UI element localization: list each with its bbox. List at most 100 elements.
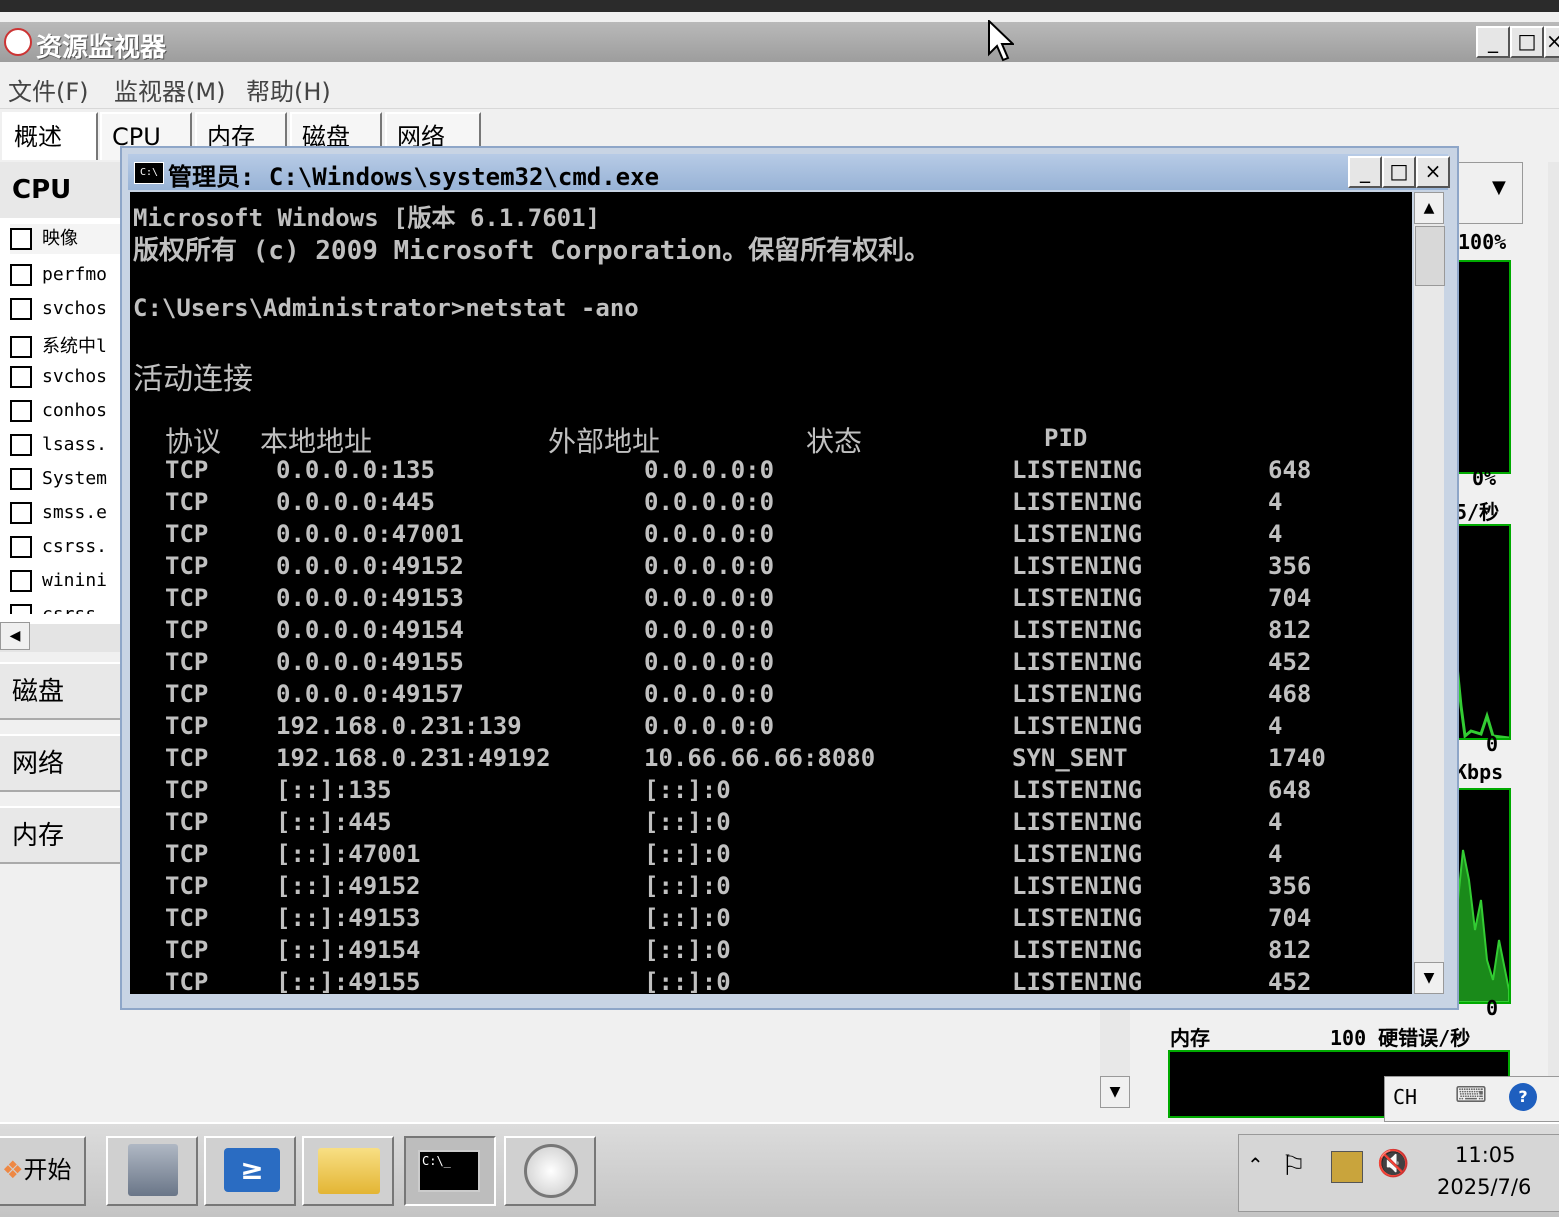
flag-icon[interactable]: ⚐: [1281, 1149, 1306, 1182]
process-row[interactable]: lsass.: [10, 434, 107, 466]
cell-pid: 4: [1268, 840, 1283, 868]
cell-local-address: [::]:49154: [276, 936, 421, 964]
resmon-titlebar[interactable]: 资源监视器 _ □ ×: [0, 22, 1559, 63]
cmd-minimize-icon[interactable]: _: [1348, 156, 1382, 188]
network-section-header[interactable]: 网络: [0, 734, 124, 792]
lang-indicator[interactable]: CH: [1393, 1085, 1417, 1109]
volume-muted-icon[interactable]: 🔇: [1377, 1149, 1409, 1179]
process-checkbox[interactable]: [10, 264, 32, 286]
cell-proto: TCP: [165, 488, 209, 516]
process-row[interactable]: csrss: [10, 604, 96, 614]
cell-proto: TCP: [165, 648, 209, 676]
col-state-header: 状态: [806, 425, 863, 458]
process-checkbox[interactable]: [10, 536, 32, 558]
cmd-scroll-down-icon[interactable]: ▼: [1414, 962, 1444, 994]
start-button[interactable]: ❖开始: [0, 1136, 86, 1206]
clock-date[interactable]: 2025/7/6: [1437, 1175, 1531, 1199]
process-row[interactable]: winini: [10, 570, 107, 602]
graph1-bottom-label: 0%: [1472, 466, 1497, 490]
process-checkbox[interactable]: [10, 468, 32, 490]
process-checkbox[interactable]: [10, 502, 32, 524]
cell-local-address: 0.0.0.0:49153: [276, 584, 464, 612]
menu-monitor[interactable]: 监视器(M): [114, 72, 225, 107]
cell-foreign-address: 0.0.0.0:0: [644, 584, 775, 612]
active-connections-title: 活动连接: [133, 362, 253, 397]
cell-state: LISTENING: [1012, 616, 1143, 644]
process-row[interactable]: System: [10, 468, 107, 500]
select-all-checkbox[interactable]: [10, 228, 32, 250]
console-output[interactable]: Microsoft Windows [版本 6.1.7601] 版权所有 (c)…: [130, 192, 1412, 994]
menu-file[interactable]: 文件(F): [8, 72, 89, 107]
process-row[interactable]: smss.e: [10, 502, 107, 534]
cmd-scroll-up-icon[interactable]: ▲: [1414, 192, 1444, 224]
scroll-left-icon[interactable]: ◀: [0, 622, 30, 650]
clock-time[interactable]: 11:05: [1455, 1143, 1516, 1167]
tab-overview[interactable]: 概述: [2, 112, 98, 160]
cmd-titlebar[interactable]: C:\ 管理员: C:\Windows\system32\cmd.exe _ □…: [128, 154, 1450, 191]
minimize-icon[interactable]: _: [1476, 26, 1510, 58]
cmd-close-icon[interactable]: ×: [1416, 156, 1450, 188]
cell-proto: TCP: [165, 776, 209, 804]
show-hidden-icons-icon[interactable]: ⌃: [1247, 1153, 1264, 1177]
language-bar[interactable]: CH ⌨ ?: [1384, 1076, 1559, 1122]
process-checkbox[interactable]: [10, 434, 32, 456]
process-name: conhos: [42, 400, 108, 421]
cmd-maximize-icon[interactable]: □: [1382, 156, 1416, 188]
cell-pid: 4: [1268, 712, 1283, 740]
resmon-taskbar-button[interactable]: [504, 1136, 596, 1206]
explorer-button[interactable]: [302, 1136, 394, 1206]
cell-foreign-address: 0.0.0.0:0: [644, 488, 775, 516]
process-name: System: [42, 468, 108, 489]
network-tray-icon[interactable]: [1331, 1151, 1363, 1183]
process-checkbox[interactable]: [10, 400, 32, 422]
process-checkbox[interactable]: [10, 604, 32, 614]
process-row[interactable]: svchos: [10, 366, 107, 398]
folder-icon: [318, 1148, 380, 1194]
help-icon[interactable]: ?: [1509, 1083, 1537, 1111]
memory-section-header[interactable]: 内存: [0, 806, 124, 864]
process-row[interactable]: svchos: [10, 298, 107, 330]
cell-pid: 812: [1268, 616, 1312, 644]
powershell-button[interactable]: ≥: [204, 1136, 296, 1206]
process-checkbox[interactable]: [10, 336, 32, 358]
console-prompt: C:\Users\Administrator>netstat -ano: [133, 294, 639, 322]
process-checkbox[interactable]: [10, 366, 32, 388]
cmd-vertical-scrollbar[interactable]: ▲ ▼: [1414, 192, 1445, 994]
cell-proto: TCP: [165, 808, 209, 836]
cell-local-address: [::]:47001: [276, 840, 421, 868]
cpu-section-header[interactable]: CPU: [0, 162, 124, 218]
process-checkbox[interactable]: [10, 570, 32, 592]
cell-state: LISTENING: [1012, 648, 1143, 676]
cell-local-address: [::]:445: [276, 808, 392, 836]
image-column-header[interactable]: 映像: [10, 224, 124, 254]
system-tray: ⌃ ⚐ 🔇 11:05 2025/7/6: [1238, 1134, 1559, 1212]
process-row[interactable]: perfmo: [10, 264, 107, 296]
right-scrollbar[interactable]: [1548, 162, 1559, 1102]
horizontal-scrollbar[interactable]: ◀: [0, 622, 124, 652]
graph2-top-label: 5/秒: [1455, 500, 1500, 524]
cell-state: LISTENING: [1012, 488, 1143, 516]
cell-pid: 704: [1268, 584, 1312, 612]
process-row[interactable]: conhos: [10, 400, 107, 432]
process-name: svchos: [42, 366, 108, 387]
menu-help[interactable]: 帮助(H): [246, 72, 331, 107]
cell-pid: 452: [1268, 968, 1312, 994]
maximize-icon[interactable]: □: [1510, 26, 1544, 58]
cell-foreign-address: [::]:0: [644, 776, 731, 804]
scroll-down-icon[interactable]: ▼: [1100, 1076, 1130, 1108]
keyboard-icon[interactable]: ⌨: [1455, 1083, 1487, 1108]
process-checkbox[interactable]: [10, 298, 32, 320]
graph-panel-scrollbar[interactable]: ▼: [1100, 1006, 1130, 1108]
cmd-taskbar-button[interactable]: C:\_: [404, 1136, 496, 1206]
disk-section-header[interactable]: 磁盘: [0, 662, 124, 720]
server-manager-button[interactable]: [106, 1136, 198, 1206]
process-row[interactable]: csrss.: [10, 536, 107, 568]
process-row[interactable]: 系统中l: [10, 332, 107, 364]
cell-proto: TCP: [165, 840, 209, 868]
view-dropdown[interactable]: ▼: [1455, 162, 1523, 224]
resmon-title: 资源监视器: [36, 33, 167, 63]
close-icon[interactable]: ×: [1544, 26, 1559, 58]
process-name: csrss.: [42, 536, 108, 557]
cmd-scroll-thumb[interactable]: [1415, 226, 1445, 286]
cell-foreign-address: 0.0.0.0:0: [644, 552, 775, 580]
